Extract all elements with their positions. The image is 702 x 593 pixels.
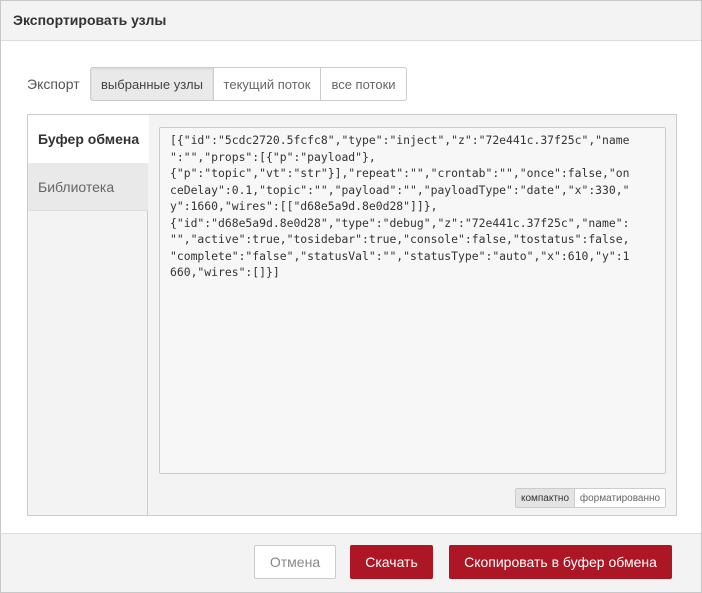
format-compact-button[interactable]: компактно — [515, 488, 575, 508]
format-pretty-button[interactable]: форматированно — [574, 488, 666, 508]
dialog-title: Экспортировать узлы — [13, 12, 167, 28]
export-label: Экспорт — [27, 76, 80, 92]
export-nodes-dialog: Экспортировать узлы Экспорт выбранные уз… — [0, 0, 702, 593]
copy-to-clipboard-button[interactable]: Скопировать в буфер обмена — [449, 545, 672, 579]
clipboard-json: [{"id":"5cdc2720.5fcfc8","type":"inject"… — [170, 133, 630, 279]
dialog-titlebar: Экспортировать узлы — [1, 1, 701, 41]
sidebar-item-clipboard[interactable]: Буфер обмена — [28, 115, 149, 163]
dialog-footer: Отмена Скачать Скопировать в буфер обмен… — [1, 533, 701, 592]
export-option-all-flows[interactable]: все потоки — [320, 67, 407, 101]
download-button[interactable]: Скачать — [350, 545, 433, 579]
export-panel: Буфер обмена Библиотека [{"id":"5cdc2720… — [27, 114, 677, 516]
cancel-button[interactable]: Отмена — [254, 545, 336, 579]
sidebar-item-library[interactable]: Библиотека — [28, 163, 148, 211]
export-option-current-flow[interactable]: текущий поток — [213, 67, 321, 101]
clipboard-textarea[interactable]: [{"id":"5cdc2720.5fcfc8","type":"inject"… — [159, 127, 666, 474]
export-option-selected-nodes[interactable]: выбранные узлы — [90, 67, 214, 101]
export-target-sidebar: Буфер обмена Библиотека — [28, 115, 149, 515]
